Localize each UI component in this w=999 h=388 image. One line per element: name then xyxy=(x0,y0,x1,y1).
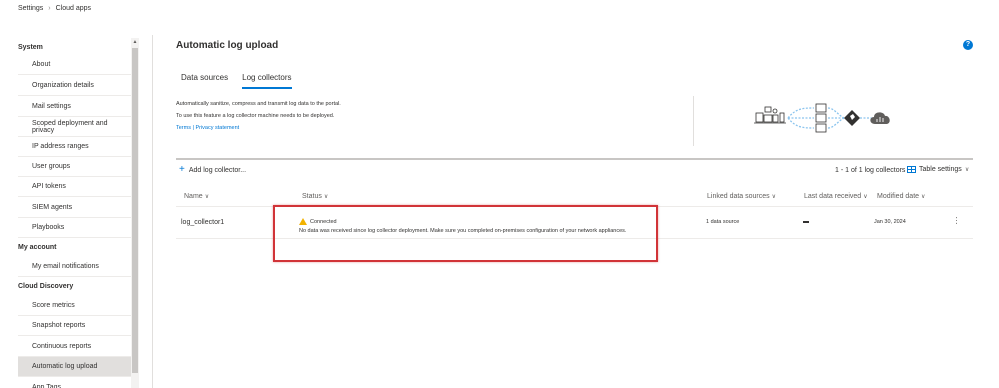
sidebar-item-ip-address-ranges[interactable]: IP address ranges xyxy=(18,137,131,157)
collector-name[interactable]: log_collector1 xyxy=(181,219,224,226)
sidebar-section-my-account: My account xyxy=(18,244,57,251)
sidebar-scrollbar[interactable]: ▲ xyxy=(131,38,139,388)
page-title: Automatic log upload xyxy=(176,40,279,51)
scroll-up-icon[interactable]: ▲ xyxy=(131,38,139,46)
sidebar-item-about[interactable]: About xyxy=(18,55,131,75)
log-upload-diagram-icon xyxy=(754,103,890,133)
terms-privacy-links[interactable]: Terms | Privacy statement xyxy=(176,122,341,134)
tab-log-collectors[interactable]: Log collectors xyxy=(242,73,292,89)
sidebar-item-scoped-deployment[interactable]: Scoped deployment and privacy xyxy=(18,117,131,137)
last-data-received-empty xyxy=(803,221,809,223)
feature-description: Automatically sanitize, compress and tra… xyxy=(176,98,341,134)
chevron-down-icon: ∨ xyxy=(921,194,926,200)
more-options-icon[interactable]: … xyxy=(954,216,964,225)
chevron-down-icon: ∨ xyxy=(964,167,970,173)
column-header-linked-data-sources[interactable]: Linked data sources ∨ xyxy=(707,193,776,200)
column-header-linked-label: Linked data sources xyxy=(707,193,770,200)
modified-date-value: Jan 30, 2024 xyxy=(874,219,906,225)
column-header-status[interactable]: Status ∨ xyxy=(302,193,328,200)
sidebar-item-continuous-reports[interactable]: Continuous reports xyxy=(18,337,131,357)
sidebar-item-api-tokens[interactable]: API tokens xyxy=(18,177,131,197)
help-icon[interactable]: ? xyxy=(963,40,973,50)
description-line-2: To use this feature a log collector mach… xyxy=(176,113,335,119)
breadcrumb: Settings › Cloud apps xyxy=(18,5,91,12)
column-header-modified-label: Modified date xyxy=(877,193,920,200)
column-header-status-label: Status xyxy=(302,193,322,200)
results-count: 1 - 1 of 1 log collectors xyxy=(835,167,906,174)
table-settings-label: Table settings xyxy=(919,166,962,173)
tab-bar: Data sources Log collectors xyxy=(181,73,292,89)
chevron-down-icon: ∨ xyxy=(204,194,210,200)
plus-icon: + xyxy=(179,164,185,175)
linked-data-sources-value[interactable]: 1 data source xyxy=(706,219,739,225)
add-log-collector-label: Add log collector... xyxy=(188,166,247,174)
sidebar-item-organization-details[interactable]: Organization details xyxy=(18,76,131,96)
chevron-down-icon: ∨ xyxy=(323,194,329,200)
main-content: Automatic log upload ? Data sources Log … xyxy=(176,0,976,388)
scrollbar-thumb[interactable] xyxy=(132,48,138,373)
chevron-down-icon: ∨ xyxy=(771,194,777,200)
highlight-annotation-box xyxy=(273,205,658,262)
table-settings-button[interactable]: Table settings ∨ xyxy=(907,166,969,173)
column-header-last-received-label: Last data received xyxy=(804,193,862,200)
sidebar-section-system: System xyxy=(18,44,43,51)
sidebar-item-my-email-notifications[interactable]: My email notifications xyxy=(18,257,131,277)
sidebar-item-app-tags[interactable]: App Tags xyxy=(18,378,131,388)
sidebar: System About Organization details Mail s… xyxy=(0,35,153,388)
sidebar-item-automatic-log-upload[interactable]: Automatic log upload xyxy=(18,357,131,377)
table-grid-icon xyxy=(907,166,916,173)
description-line-1: Automatically sanitize, compress and tra… xyxy=(176,101,341,107)
chevron-down-icon: ∨ xyxy=(863,194,868,200)
description-divider xyxy=(693,96,694,146)
column-header-name[interactable]: Name ∨ xyxy=(184,193,209,200)
chevron-right-icon: › xyxy=(48,5,51,12)
sidebar-item-snapshot-reports[interactable]: Snapshot reports xyxy=(18,316,131,336)
column-header-name-label: Name xyxy=(184,193,203,200)
column-header-modified-date[interactable]: Modified date ∨ xyxy=(877,193,925,200)
sidebar-item-score-metrics[interactable]: Score metrics xyxy=(18,296,131,316)
sidebar-item-mail-settings[interactable]: Mail settings xyxy=(18,97,131,117)
tab-data-sources[interactable]: Data sources xyxy=(181,73,228,89)
sidebar-item-user-groups[interactable]: User groups xyxy=(18,157,131,177)
add-log-collector-button[interactable]: + Add log collector... xyxy=(179,164,247,175)
breadcrumb-settings[interactable]: Settings xyxy=(18,5,43,12)
column-header-last-data-received[interactable]: Last data received ∨ xyxy=(804,193,868,200)
sidebar-item-siem-agents[interactable]: SIEM agents xyxy=(18,198,131,218)
section-divider xyxy=(176,158,973,160)
sidebar-item-playbooks[interactable]: Playbooks xyxy=(18,218,131,238)
breadcrumb-cloud-apps[interactable]: Cloud apps xyxy=(56,5,91,12)
sidebar-section-cloud-discovery: Cloud Discovery xyxy=(18,283,74,290)
